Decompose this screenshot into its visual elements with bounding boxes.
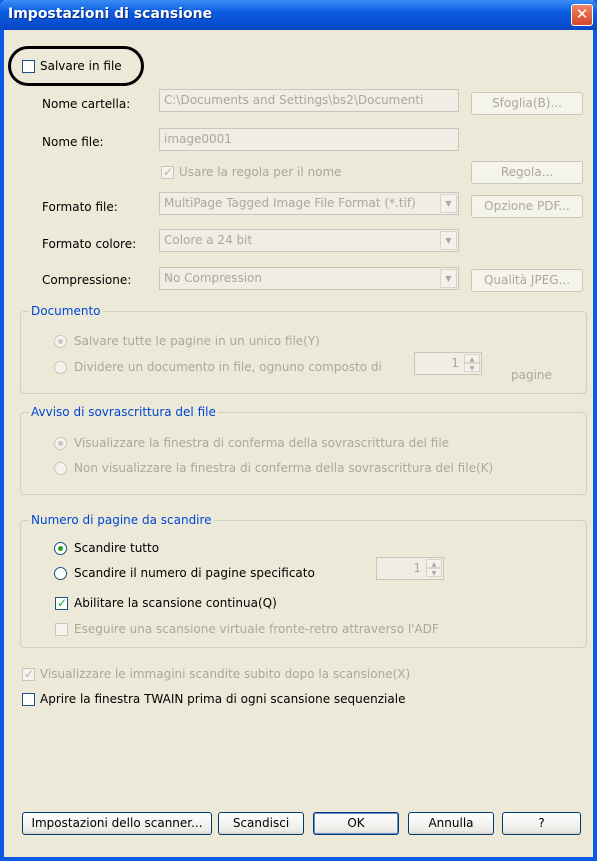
hide-overwrite-confirm-label: Non visualizzare la finestra di conferma… xyxy=(74,461,494,475)
file-name-label: Nome file: xyxy=(42,135,104,149)
file-format-label: Formato file: xyxy=(42,200,118,214)
cancel-button[interactable]: Annulla xyxy=(408,812,494,835)
file-name-field[interactable]: image0001 xyxy=(159,128,459,151)
scan-button[interactable]: Scandisci xyxy=(218,812,304,835)
overwrite-group-title: Avviso di sovrascrittura del file xyxy=(29,405,218,419)
show-overwrite-confirm-label: Visualizzare la finestra di conferma del… xyxy=(74,436,450,450)
folder-name-label: Nome cartella: xyxy=(42,97,131,111)
color-format-select[interactable]: Colore a 24 bit ▼ xyxy=(159,229,459,252)
spin-down-icon[interactable]: ▼ xyxy=(464,363,480,372)
show-scanned-images-checkbox[interactable]: ✓ xyxy=(22,667,35,681)
browse-button[interactable]: Sfoglia(B)... xyxy=(471,92,583,115)
save-single-file-label: Salvare tutte le pagine in un unico file… xyxy=(74,334,320,348)
split-document-label: Dividere un documento in file, ognuno co… xyxy=(74,360,382,374)
folder-name-field[interactable]: C:\Documents and Settings\bs2\Documenti xyxy=(159,89,459,112)
window-title: Impostazioni di scansione xyxy=(8,6,213,22)
name-rule-label: Usare la regola per il nome xyxy=(179,165,342,179)
compression-value: No Compression xyxy=(164,271,262,285)
chevron-down-icon[interactable]: ▼ xyxy=(440,269,457,288)
spin-down-icon[interactable]: ▼ xyxy=(426,568,442,577)
scan-all-label: Scandire tutto xyxy=(74,541,160,555)
name-rule-checkbox[interactable]: ✓ xyxy=(161,165,174,179)
pages-unit-label: pagine xyxy=(511,368,552,382)
file-format-select[interactable]: MultiPage Tagged Image File Format (*.ti… xyxy=(159,192,459,215)
spin-up-icon[interactable]: ▲ xyxy=(464,354,480,363)
color-format-value: Colore a 24 bit xyxy=(164,233,253,247)
document-group-title: Documento xyxy=(29,304,103,318)
title-bar: Impostazioni di scansione ✕ xyxy=(0,0,597,30)
chevron-down-icon[interactable]: ▼ xyxy=(440,194,457,213)
help-button[interactable]: ? xyxy=(502,812,581,835)
pages-to-scan-group-title: Numero di pagine da scandire xyxy=(29,513,214,527)
scan-all-radio[interactable] xyxy=(54,542,67,555)
pages-per-file-stepper[interactable]: 1 ▲ ▼ xyxy=(414,352,482,375)
ok-button[interactable]: OK xyxy=(313,812,399,835)
rule-button[interactable]: Regola... xyxy=(471,161,583,184)
save-to-file-checkbox[interactable] xyxy=(22,60,35,73)
scanner-settings-button[interactable]: Impostazioni dello scanner... xyxy=(22,812,212,835)
close-icon[interactable]: ✕ xyxy=(571,4,593,26)
virtual-duplex-checkbox[interactable] xyxy=(55,623,68,636)
color-format-label: Formato colore: xyxy=(42,237,137,251)
hide-overwrite-confirm-radio[interactable] xyxy=(54,462,67,475)
open-twain-label: Aprire la finestra TWAIN prima di ogni s… xyxy=(40,692,406,706)
overwrite-group: Avviso di sovrascrittura del file xyxy=(20,405,587,495)
show-overwrite-confirm-radio[interactable] xyxy=(54,437,67,450)
document-group: Documento xyxy=(20,304,587,394)
page-count-stepper[interactable]: 1 ▲ ▼ xyxy=(376,557,444,580)
scan-settings-dialog: Impostazioni di scansione ✕ Salvare in f… xyxy=(0,0,597,861)
virtual-duplex-label: Eseguire una scansione virtuale fronte-r… xyxy=(74,622,439,636)
file-format-value: MultiPage Tagged Image File Format (*.ti… xyxy=(164,196,416,210)
pages-per-file-value: 1 xyxy=(451,356,459,370)
save-single-file-radio[interactable] xyxy=(54,335,67,348)
split-document-radio[interactable] xyxy=(54,361,67,374)
spin-up-icon[interactable]: ▲ xyxy=(426,559,442,568)
scan-specified-label: Scandire il numero di pagine specificato xyxy=(74,566,315,580)
compression-label: Compressione: xyxy=(42,273,132,287)
chevron-down-icon[interactable]: ▼ xyxy=(440,231,457,250)
jpeg-quality-button[interactable]: Qualità JPEG... xyxy=(471,269,583,292)
continuous-scan-checkbox[interactable]: ✓ xyxy=(55,596,68,610)
save-to-file-label: Salvare in file xyxy=(40,59,122,73)
compression-select[interactable]: No Compression ▼ xyxy=(159,267,459,290)
open-twain-checkbox[interactable] xyxy=(22,693,35,706)
pdf-option-button[interactable]: Opzione PDF... xyxy=(471,195,583,218)
page-count-value: 1 xyxy=(413,561,421,575)
show-scanned-images-label: Visualizzare le immagini scandite subito… xyxy=(40,667,411,681)
scan-specified-radio[interactable] xyxy=(54,567,67,580)
continuous-scan-label: Abilitare la scansione continua(Q) xyxy=(74,596,277,610)
